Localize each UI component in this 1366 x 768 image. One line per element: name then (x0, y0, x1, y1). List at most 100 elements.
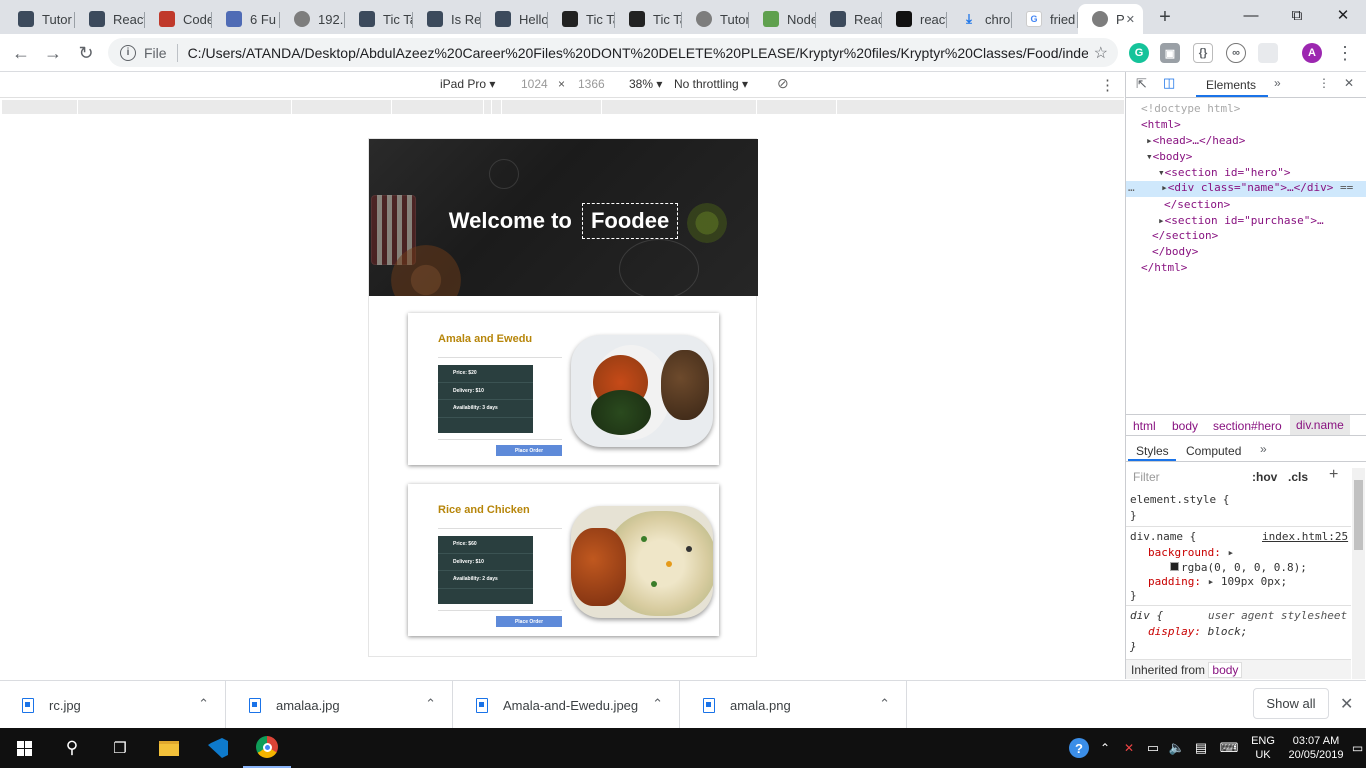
forward-button[interactable]: → (38, 38, 68, 68)
back-button[interactable]: ← (6, 38, 36, 68)
close-window-button[interactable]: ✕ (1320, 0, 1366, 30)
network-icon[interactable]: ✕ (1118, 728, 1140, 768)
file-explorer-icon[interactable] (145, 728, 193, 768)
menu-kebab-icon[interactable]: ⋮ (1330, 38, 1360, 68)
media-query-segment[interactable] (491, 100, 501, 114)
breadcrumb-html[interactable]: html (1133, 419, 1156, 433)
tab-10[interactable]: Tutor (682, 4, 749, 34)
device-menu-icon[interactable]: ⋮ (1100, 76, 1115, 94)
display-property[interactable]: display: block; (1148, 625, 1247, 638)
rotate-icon[interactable]: ⊘ (777, 75, 789, 92)
throttle-select[interactable]: No throttling ▾ (674, 77, 748, 91)
dom-body-close[interactable]: </body> (1152, 245, 1198, 258)
tab-computed[interactable]: Computed (1186, 444, 1241, 458)
grammarly-icon[interactable]: G (1129, 43, 1149, 63)
tab-4[interactable]: 192.1 (280, 4, 345, 34)
media-query-segment[interactable] (483, 100, 491, 114)
vscode-icon[interactable] (194, 728, 242, 768)
devtools-menu-icon[interactable]: ⋮ (1318, 76, 1330, 90)
tab-7[interactable]: Hello (481, 4, 548, 34)
styles-filter-input[interactable]: Filter (1133, 470, 1160, 484)
keyboard-icon[interactable]: ⌨ (1214, 728, 1244, 768)
color-swatch[interactable] (1170, 562, 1179, 571)
inherited-from-body[interactable]: body (1208, 662, 1243, 678)
reload-button[interactable]: ↻ (71, 38, 101, 68)
media-query-segment[interactable] (756, 100, 836, 114)
tab-5[interactable]: Tic Ta (345, 4, 413, 34)
info-icon[interactable]: i (120, 44, 136, 61)
profile-avatar[interactable]: A (1302, 43, 1322, 63)
volume-icon[interactable]: 🔈 (1166, 728, 1188, 768)
tab-1[interactable]: React (75, 4, 145, 34)
div-name-selector[interactable]: div.name { (1130, 530, 1196, 543)
close-downloads-icon[interactable]: ✕ (1340, 694, 1353, 714)
tab-12[interactable]: React (816, 4, 882, 34)
device-mode-icon[interactable]: ◫ (1163, 75, 1175, 91)
place-order-button[interactable]: Place Order (496, 445, 562, 456)
dom-html-close[interactable]: </html> (1141, 261, 1187, 274)
dom-body-open[interactable]: ▾<body> (1146, 150, 1192, 163)
rule-source-link[interactable]: index.html:25 (1262, 530, 1348, 543)
height-input[interactable]: 1366 (578, 77, 605, 91)
media-query-segment[interactable] (391, 100, 483, 114)
tab-9[interactable]: Tic Ta (615, 4, 682, 34)
windows-start-icon[interactable] (0, 728, 48, 768)
tab-16[interactable]: P ✕ (1078, 4, 1143, 34)
search-icon[interactable]: ⚲ (48, 728, 96, 768)
task-view-icon[interactable]: ❐ (96, 728, 144, 768)
dom-doctype[interactable]: <!doctype html> (1141, 102, 1240, 115)
new-rule-icon[interactable]: + (1329, 466, 1338, 484)
media-query-segment[interactable] (77, 100, 291, 114)
media-query-segment[interactable] (601, 100, 756, 114)
dom-section-purchase[interactable]: ▸<section id="purchase">… (1158, 214, 1324, 227)
dom-section-close[interactable]: </section> (1164, 198, 1230, 211)
hov-toggle[interactable]: :hov (1252, 470, 1277, 484)
chevron-up-icon[interactable]: ⌃ (198, 696, 209, 712)
media-query-segment[interactable] (836, 100, 1047, 114)
place-order-button[interactable]: Place Order (496, 616, 562, 627)
tab-15[interactable]: Gfried (1012, 4, 1078, 34)
clock[interactable]: 03:07 AM 20/05/2019 (1284, 728, 1348, 768)
background-property[interactable]: background: ▸ (1148, 546, 1234, 559)
dom-html-open[interactable]: <html> (1141, 118, 1181, 131)
padding-property[interactable]: padding: ▸ 109px 0px; (1148, 575, 1287, 588)
download-item[interactable]: rc.jpg ⌃ (0, 681, 226, 729)
device-select[interactable]: iPad Pro ▾ (440, 77, 495, 91)
dom-section-close[interactable]: </section> (1152, 229, 1218, 242)
background-value[interactable]: rgba(0, 0, 0, 0.8); (1170, 561, 1307, 574)
element-style-rule[interactable]: element.style { (1130, 493, 1229, 506)
minimize-button[interactable]: — (1228, 0, 1274, 30)
breadcrumb-div-name[interactable]: div.name (1290, 415, 1350, 435)
width-input[interactable]: 1024 (521, 77, 548, 91)
tab-styles[interactable]: Styles (1136, 444, 1169, 458)
help-icon[interactable]: ? (1066, 728, 1092, 768)
extension-circle-icon[interactable]: ∞ (1226, 43, 1246, 63)
tray-chevron-icon[interactable]: ⌃ (1095, 728, 1115, 768)
more-tabs-icon[interactable]: » (1274, 76, 1281, 90)
more-panes-icon[interactable]: » (1260, 442, 1267, 456)
language-indicator[interactable]: ENG UK (1246, 728, 1280, 768)
cls-toggle[interactable]: .cls (1288, 470, 1308, 484)
download-item[interactable]: Amala-and-Ewedu.jpeg ⌃ (454, 681, 680, 729)
tab-3[interactable]: 6 Fu (212, 4, 280, 34)
extension-grid-icon[interactable] (1258, 43, 1278, 63)
tab-14[interactable]: ⤓ chro (947, 4, 1012, 34)
tab-6[interactable]: Is Re (413, 4, 481, 34)
media-query-segment[interactable] (291, 100, 391, 114)
dom-head[interactable]: ▸<head>…</head> (1146, 134, 1245, 147)
download-item[interactable]: amala.png ⌃ (681, 681, 907, 729)
tab-0[interactable]: Tutor (4, 4, 75, 34)
maximize-button[interactable]: ⧉ (1274, 0, 1320, 30)
address-bar[interactable]: i File C:/Users/ATANDA/Desktop/AbdulAzee… (108, 38, 1118, 67)
media-query-bar[interactable] (2, 100, 1124, 114)
tab-elements[interactable]: Elements (1206, 78, 1256, 92)
devtools-close-icon[interactable]: ✕ (1344, 76, 1354, 90)
action-center-icon[interactable]: ▤ (1190, 728, 1212, 768)
media-query-segment[interactable] (501, 100, 601, 114)
styles-scrollbar[interactable] (1352, 468, 1365, 679)
chevron-up-icon[interactable]: ⌃ (425, 696, 436, 712)
bookmark-star-icon[interactable]: ☆ (1094, 43, 1108, 63)
battery-icon[interactable]: ▭ (1142, 728, 1164, 768)
notification-icon[interactable]: ▭ (1349, 728, 1366, 768)
breadcrumb-body[interactable]: body (1172, 419, 1198, 433)
